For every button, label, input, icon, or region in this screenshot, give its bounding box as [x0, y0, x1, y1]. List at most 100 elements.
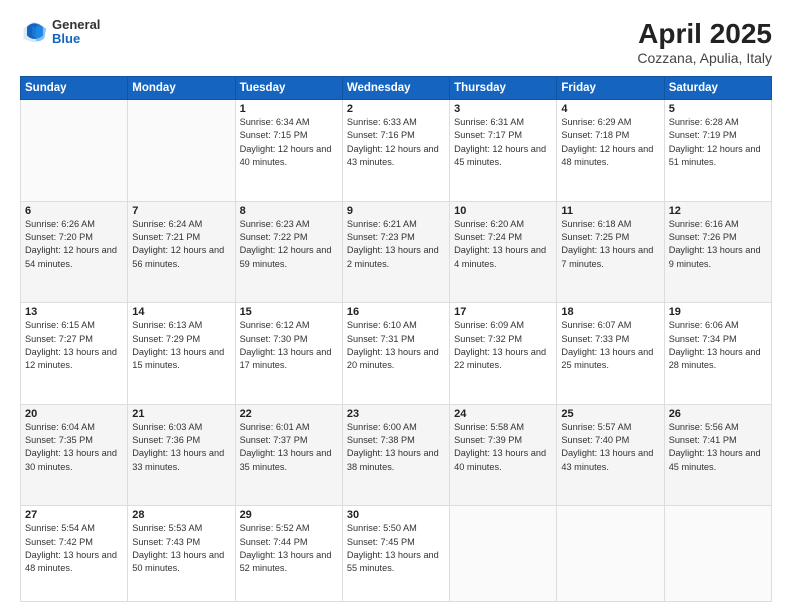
day-number: 5	[669, 103, 767, 115]
calendar-day: 11Sunrise: 6:18 AMSunset: 7:25 PMDayligh…	[557, 201, 664, 303]
calendar-day: 22Sunrise: 6:01 AMSunset: 7:37 PMDayligh…	[235, 404, 342, 506]
day-number: 2	[347, 103, 445, 115]
day-info: Sunrise: 6:00 AMSunset: 7:38 PMDaylight:…	[347, 421, 445, 474]
day-number: 10	[454, 205, 552, 217]
calendar-day: 23Sunrise: 6:00 AMSunset: 7:38 PMDayligh…	[342, 404, 449, 506]
calendar-table: Sunday Monday Tuesday Wednesday Thursday…	[20, 76, 772, 602]
day-info: Sunrise: 6:04 AMSunset: 7:35 PMDaylight:…	[25, 421, 123, 474]
day-number: 3	[454, 103, 552, 115]
day-info: Sunrise: 6:15 AMSunset: 7:27 PMDaylight:…	[25, 319, 123, 372]
header: General Blue April 2025 Cozzana, Apulia,…	[20, 18, 772, 66]
day-info: Sunrise: 6:31 AMSunset: 7:17 PMDaylight:…	[454, 116, 552, 169]
calendar-day: 2Sunrise: 6:33 AMSunset: 7:16 PMDaylight…	[342, 100, 449, 202]
calendar-day: 15Sunrise: 6:12 AMSunset: 7:30 PMDayligh…	[235, 303, 342, 405]
calendar-day: 8Sunrise: 6:23 AMSunset: 7:22 PMDaylight…	[235, 201, 342, 303]
calendar-week-row: 1Sunrise: 6:34 AMSunset: 7:15 PMDaylight…	[21, 100, 772, 202]
calendar-week-row: 20Sunrise: 6:04 AMSunset: 7:35 PMDayligh…	[21, 404, 772, 506]
calendar-day: 14Sunrise: 6:13 AMSunset: 7:29 PMDayligh…	[128, 303, 235, 405]
day-info: Sunrise: 5:58 AMSunset: 7:39 PMDaylight:…	[454, 421, 552, 474]
day-number: 30	[347, 509, 445, 521]
calendar-day: 20Sunrise: 6:04 AMSunset: 7:35 PMDayligh…	[21, 404, 128, 506]
calendar-day: 12Sunrise: 6:16 AMSunset: 7:26 PMDayligh…	[664, 201, 771, 303]
col-friday: Friday	[557, 77, 664, 100]
logo-general-text: General	[52, 18, 100, 32]
calendar-day: 28Sunrise: 5:53 AMSunset: 7:43 PMDayligh…	[128, 506, 235, 602]
day-info: Sunrise: 5:53 AMSunset: 7:43 PMDaylight:…	[132, 522, 230, 575]
calendar-day	[21, 100, 128, 202]
day-number: 17	[454, 306, 552, 318]
calendar-day: 29Sunrise: 5:52 AMSunset: 7:44 PMDayligh…	[235, 506, 342, 602]
col-saturday: Saturday	[664, 77, 771, 100]
day-info: Sunrise: 6:09 AMSunset: 7:32 PMDaylight:…	[454, 319, 552, 372]
page-subtitle: Cozzana, Apulia, Italy	[637, 50, 772, 66]
logo-icon	[20, 18, 48, 46]
day-info: Sunrise: 6:24 AMSunset: 7:21 PMDaylight:…	[132, 218, 230, 271]
calendar-header-row: Sunday Monday Tuesday Wednesday Thursday…	[21, 77, 772, 100]
day-info: Sunrise: 6:26 AMSunset: 7:20 PMDaylight:…	[25, 218, 123, 271]
calendar-day: 16Sunrise: 6:10 AMSunset: 7:31 PMDayligh…	[342, 303, 449, 405]
calendar-day: 30Sunrise: 5:50 AMSunset: 7:45 PMDayligh…	[342, 506, 449, 602]
day-info: Sunrise: 5:57 AMSunset: 7:40 PMDaylight:…	[561, 421, 659, 474]
calendar-day: 26Sunrise: 5:56 AMSunset: 7:41 PMDayligh…	[664, 404, 771, 506]
day-info: Sunrise: 5:54 AMSunset: 7:42 PMDaylight:…	[25, 522, 123, 575]
calendar-day: 6Sunrise: 6:26 AMSunset: 7:20 PMDaylight…	[21, 201, 128, 303]
day-number: 18	[561, 306, 659, 318]
day-number: 4	[561, 103, 659, 115]
calendar-day	[128, 100, 235, 202]
calendar-day	[557, 506, 664, 602]
day-info: Sunrise: 6:03 AMSunset: 7:36 PMDaylight:…	[132, 421, 230, 474]
day-info: Sunrise: 6:07 AMSunset: 7:33 PMDaylight:…	[561, 319, 659, 372]
calendar-day: 1Sunrise: 6:34 AMSunset: 7:15 PMDaylight…	[235, 100, 342, 202]
calendar-week-row: 13Sunrise: 6:15 AMSunset: 7:27 PMDayligh…	[21, 303, 772, 405]
logo: General Blue	[20, 18, 100, 47]
calendar-day: 9Sunrise: 6:21 AMSunset: 7:23 PMDaylight…	[342, 201, 449, 303]
calendar-day: 27Sunrise: 5:54 AMSunset: 7:42 PMDayligh…	[21, 506, 128, 602]
day-number: 23	[347, 408, 445, 420]
col-monday: Monday	[128, 77, 235, 100]
calendar-day: 13Sunrise: 6:15 AMSunset: 7:27 PMDayligh…	[21, 303, 128, 405]
day-info: Sunrise: 6:20 AMSunset: 7:24 PMDaylight:…	[454, 218, 552, 271]
calendar-day: 21Sunrise: 6:03 AMSunset: 7:36 PMDayligh…	[128, 404, 235, 506]
day-number: 7	[132, 205, 230, 217]
calendar-day: 18Sunrise: 6:07 AMSunset: 7:33 PMDayligh…	[557, 303, 664, 405]
day-number: 6	[25, 205, 123, 217]
day-number: 9	[347, 205, 445, 217]
day-info: Sunrise: 6:23 AMSunset: 7:22 PMDaylight:…	[240, 218, 338, 271]
day-number: 29	[240, 509, 338, 521]
day-number: 27	[25, 509, 123, 521]
day-info: Sunrise: 6:01 AMSunset: 7:37 PMDaylight:…	[240, 421, 338, 474]
day-info: Sunrise: 6:06 AMSunset: 7:34 PMDaylight:…	[669, 319, 767, 372]
col-wednesday: Wednesday	[342, 77, 449, 100]
day-number: 24	[454, 408, 552, 420]
col-thursday: Thursday	[450, 77, 557, 100]
calendar-week-row: 6Sunrise: 6:26 AMSunset: 7:20 PMDaylight…	[21, 201, 772, 303]
day-info: Sunrise: 5:56 AMSunset: 7:41 PMDaylight:…	[669, 421, 767, 474]
logo-blue-text: Blue	[52, 32, 100, 46]
day-number: 1	[240, 103, 338, 115]
col-tuesday: Tuesday	[235, 77, 342, 100]
col-sunday: Sunday	[21, 77, 128, 100]
day-info: Sunrise: 5:52 AMSunset: 7:44 PMDaylight:…	[240, 522, 338, 575]
day-number: 15	[240, 306, 338, 318]
day-info: Sunrise: 6:33 AMSunset: 7:16 PMDaylight:…	[347, 116, 445, 169]
page-title: April 2025	[637, 18, 772, 50]
day-info: Sunrise: 6:12 AMSunset: 7:30 PMDaylight:…	[240, 319, 338, 372]
day-number: 19	[669, 306, 767, 318]
day-number: 12	[669, 205, 767, 217]
day-number: 28	[132, 509, 230, 521]
calendar-day: 3Sunrise: 6:31 AMSunset: 7:17 PMDaylight…	[450, 100, 557, 202]
calendar-day: 17Sunrise: 6:09 AMSunset: 7:32 PMDayligh…	[450, 303, 557, 405]
calendar-day	[664, 506, 771, 602]
calendar-day: 7Sunrise: 6:24 AMSunset: 7:21 PMDaylight…	[128, 201, 235, 303]
calendar-day	[450, 506, 557, 602]
day-number: 22	[240, 408, 338, 420]
day-info: Sunrise: 6:18 AMSunset: 7:25 PMDaylight:…	[561, 218, 659, 271]
day-info: Sunrise: 6:28 AMSunset: 7:19 PMDaylight:…	[669, 116, 767, 169]
day-info: Sunrise: 6:21 AMSunset: 7:23 PMDaylight:…	[347, 218, 445, 271]
calendar-day: 24Sunrise: 5:58 AMSunset: 7:39 PMDayligh…	[450, 404, 557, 506]
calendar-week-row: 27Sunrise: 5:54 AMSunset: 7:42 PMDayligh…	[21, 506, 772, 602]
day-number: 20	[25, 408, 123, 420]
day-number: 14	[132, 306, 230, 318]
calendar-day: 19Sunrise: 6:06 AMSunset: 7:34 PMDayligh…	[664, 303, 771, 405]
calendar-day: 4Sunrise: 6:29 AMSunset: 7:18 PMDaylight…	[557, 100, 664, 202]
